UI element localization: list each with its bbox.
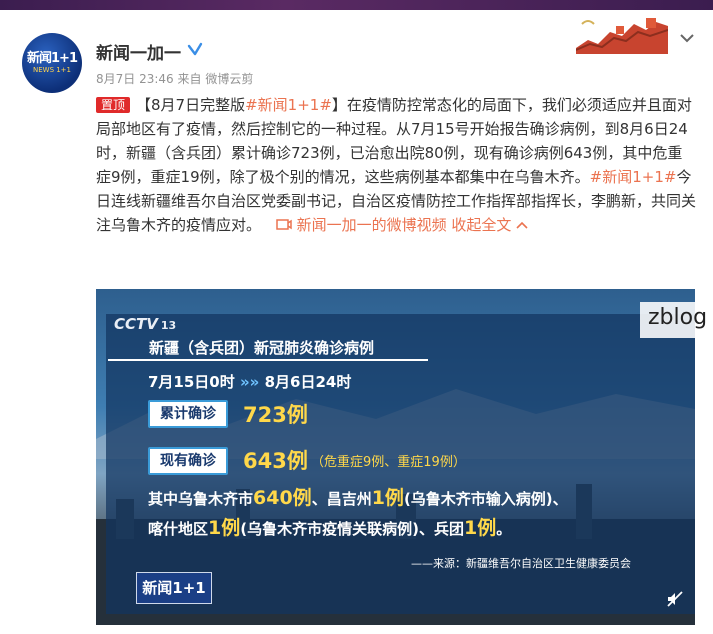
video-link-icon <box>276 219 292 230</box>
avatar[interactable]: 新闻1+1 NEWS 1+1 <box>22 33 82 93</box>
top-banner-strip <box>0 0 713 10</box>
avatar-subtext: NEWS 1+1 <box>32 66 72 74</box>
post-source[interactable]: 微博云剪 <box>205 72 253 86</box>
chevron-up-icon <box>516 221 528 229</box>
channel-name: CCTV <box>114 315 158 333</box>
title-underline <box>108 359 428 361</box>
date-range: 7月15日0时 »» 8月6日24时 <box>148 371 351 392</box>
breakdown-line-1: 其中乌鲁木齐市640例、昌吉州1例(乌鲁木齐市输入病例)、 <box>148 487 568 509</box>
hashtag-link[interactable]: #新闻1+1# <box>245 96 332 114</box>
current-detail: （危重症9例、重症19例） <box>311 455 466 470</box>
source-prefix: 来自 <box>177 72 202 86</box>
cumulative-value: 723例 <box>243 403 308 427</box>
current-value: 643例 <box>243 449 308 473</box>
verified-icon <box>187 41 203 57</box>
date-from: 7月15日0时 <box>148 373 235 391</box>
chevron-down-icon[interactable] <box>679 32 695 44</box>
watermark-text: zblog <box>648 305 708 330</box>
cumulative-label-box: 累计确诊 <box>148 400 228 428</box>
video-player[interactable]: CCTV 13 新疆（含兵团）新冠肺炎确诊病例 7月15日0时 »» 8月6日24… <box>96 289 695 625</box>
author-name[interactable]: 新闻一加一 <box>96 39 181 64</box>
collapse-label: 收起全文 <box>451 216 512 234</box>
video-link-label: 新闻一加一的微博视频 <box>296 216 447 234</box>
breakdown-line-2: 喀什地区1例(乌鲁木齐市疫情关联病例)、兵团1例。 <box>148 517 512 539</box>
watermark: zblog <box>640 302 713 338</box>
avatar-text: 新闻1+1 <box>27 51 78 66</box>
post-body: 置顶 【8月7日完整版#新闻1+1#】在疫情防控常态化的局面下，我们必须适应并且面… <box>96 93 696 237</box>
mute-icon[interactable] <box>666 590 684 608</box>
pinned-badge: 置顶 <box>96 97 131 113</box>
current-label-box: 现有确诊 <box>148 447 228 475</box>
collapse-button[interactable]: 收起全文 <box>451 216 528 234</box>
date-to: 8月6日24时 <box>264 373 352 391</box>
channel-number: 13 <box>160 319 177 332</box>
post-meta: 8月7日 23:46 来自 微博云剪 <box>96 70 253 87</box>
great-wall-decoration-icon <box>576 14 668 54</box>
data-source: ——来源：新疆维吾尔自治区卫生健康委员会 <box>411 557 631 570</box>
text-prefix: 【8月7日完整版 <box>136 96 246 114</box>
arrows: »» <box>239 373 260 391</box>
hashtag-link-2[interactable]: #新闻1+1# <box>590 168 677 186</box>
video-link[interactable]: 新闻一加一的微博视频 <box>261 216 447 234</box>
video-title: 新疆（含兵团）新冠肺炎确诊病例 <box>149 339 375 357</box>
program-logo: 新闻1+1 <box>136 572 212 604</box>
post-time[interactable]: 8月7日 23:46 <box>96 72 174 86</box>
channel-logo: CCTV 13 <box>114 315 176 333</box>
